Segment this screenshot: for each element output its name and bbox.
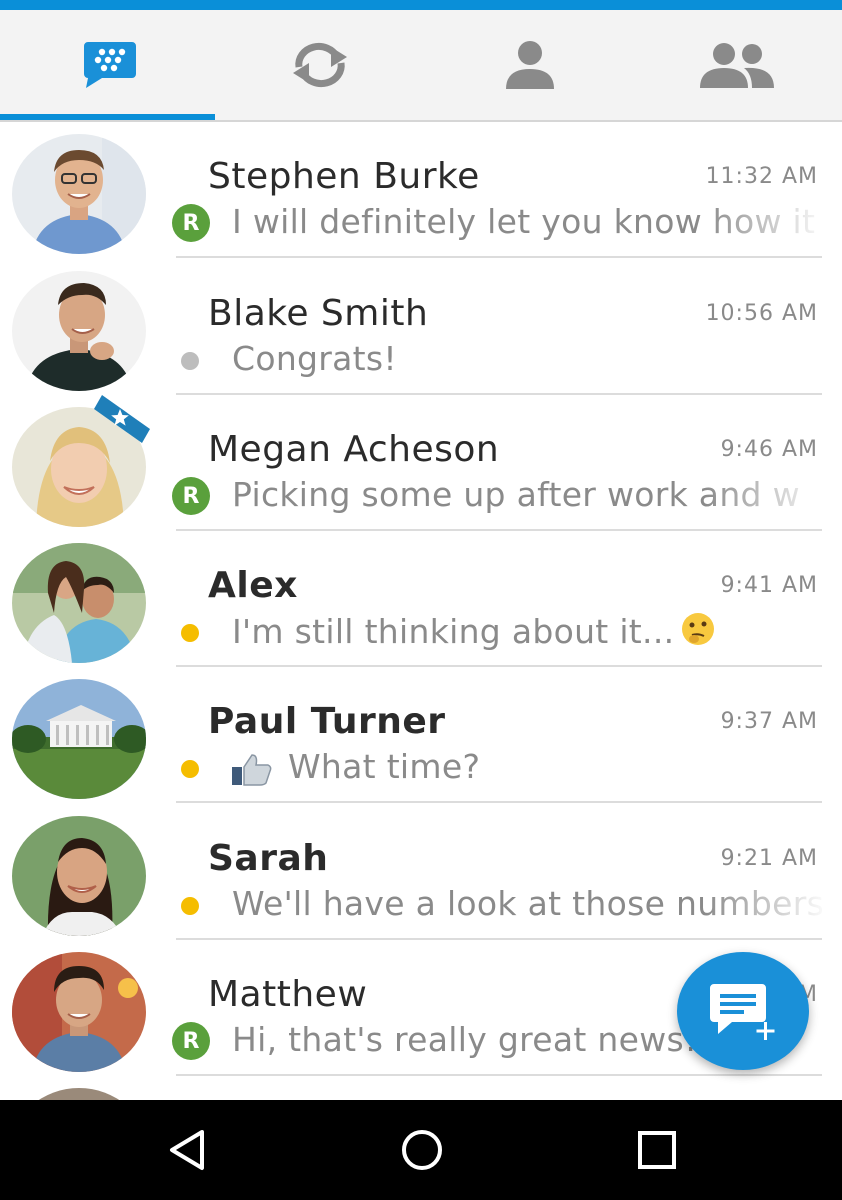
recents-button[interactable] — [597, 1100, 717, 1200]
message-preview: We'll have a look at those numbers — [232, 884, 822, 923]
read-status-dot — [181, 352, 199, 370]
back-triangle-icon — [170, 1130, 204, 1170]
selected-tab-indicator — [0, 114, 215, 120]
message-time: 9:21 AM — [720, 846, 818, 871]
home-button[interactable] — [362, 1100, 482, 1200]
contact-name: Alex — [208, 565, 298, 606]
thumbs-up-icon — [232, 754, 272, 786]
avatar — [12, 952, 146, 1072]
message-time: 9:37 AM — [720, 709, 818, 734]
read-status-badge: R — [172, 1022, 210, 1060]
message-preview-text: I'm still thinking about it... — [232, 612, 675, 651]
message-preview: Congrats! — [232, 339, 397, 378]
chat-row-sarah[interactable]: Sarah 9:21 AM We'll have a look at those… — [0, 804, 842, 940]
tab-chats[interactable] — [5, 10, 215, 120]
contact-name: Stephen Burke — [208, 156, 480, 197]
tab-contacts[interactable] — [425, 10, 635, 120]
group-icon — [700, 43, 774, 88]
tab-updates[interactable] — [215, 10, 425, 120]
chat-row-alex[interactable]: Alex 9:41 AM I'm still thinking about it… — [0, 531, 842, 667]
avatar — [12, 543, 146, 663]
avatar — [12, 1088, 146, 1100]
top-accent-bar — [0, 0, 842, 10]
system-nav-bar — [0, 1100, 842, 1200]
favorite-ribbon-icon — [94, 395, 150, 443]
contact-name: Sarah — [208, 838, 329, 879]
unread-status-dot — [181, 760, 199, 778]
unread-status-dot — [181, 897, 199, 915]
read-status-badge: R — [172, 477, 210, 515]
new-chat-button[interactable] — [677, 952, 809, 1070]
row-divider — [176, 801, 822, 803]
refresh-icon — [293, 43, 347, 87]
contact-name: Blake Smith — [208, 293, 429, 334]
read-status-badge: R — [172, 204, 210, 242]
unread-status-dot — [181, 624, 199, 642]
contact-name: Paul Turner — [208, 701, 446, 742]
chat-row-partial[interactable] — [0, 1076, 842, 1100]
chat-bubble-icon — [84, 42, 136, 88]
avatar — [12, 679, 146, 799]
tab-bar — [0, 10, 842, 122]
avatar — [12, 816, 146, 936]
tab-groups[interactable] — [631, 10, 841, 120]
row-divider — [176, 256, 822, 258]
thinking-emoji-icon — [682, 613, 715, 645]
back-button[interactable] — [128, 1100, 248, 1200]
message-preview: Picking some up after work and w — [232, 475, 800, 514]
message-time: 10:56 AM — [705, 301, 818, 326]
chat-row-paul-turner[interactable]: Paul Turner 9:37 AM What time? — [0, 667, 842, 803]
chat-row-megan-acheson[interactable]: Megan Acheson 9:46 AM R Picking some up … — [0, 395, 842, 531]
message-time: 9:41 AM — [720, 573, 818, 598]
contact-name: Megan Acheson — [208, 429, 500, 470]
new-chat-icon — [710, 984, 775, 1040]
chat-list[interactable]: Stephen Burke 11:32 AM R I will definite… — [0, 122, 842, 1100]
recents-square-icon — [638, 1131, 676, 1169]
home-circle-icon — [402, 1130, 442, 1170]
message-time: 9:46 AM — [720, 437, 818, 462]
message-preview: I'm still thinking about it... — [232, 611, 822, 651]
message-preview: What time? — [288, 747, 481, 786]
message-preview: I will definitely let you know how it — [232, 202, 816, 241]
message-time: 11:32 AM — [705, 164, 818, 189]
contact-name: Matthew — [208, 974, 368, 1015]
person-icon — [506, 41, 554, 89]
chat-row-stephen-burke[interactable]: Stephen Burke 11:32 AM R I will definite… — [0, 122, 842, 258]
avatar — [12, 134, 146, 254]
chat-row-blake-smith[interactable]: Blake Smith 10:56 AM Congrats! — [0, 259, 842, 395]
avatar — [12, 271, 146, 391]
